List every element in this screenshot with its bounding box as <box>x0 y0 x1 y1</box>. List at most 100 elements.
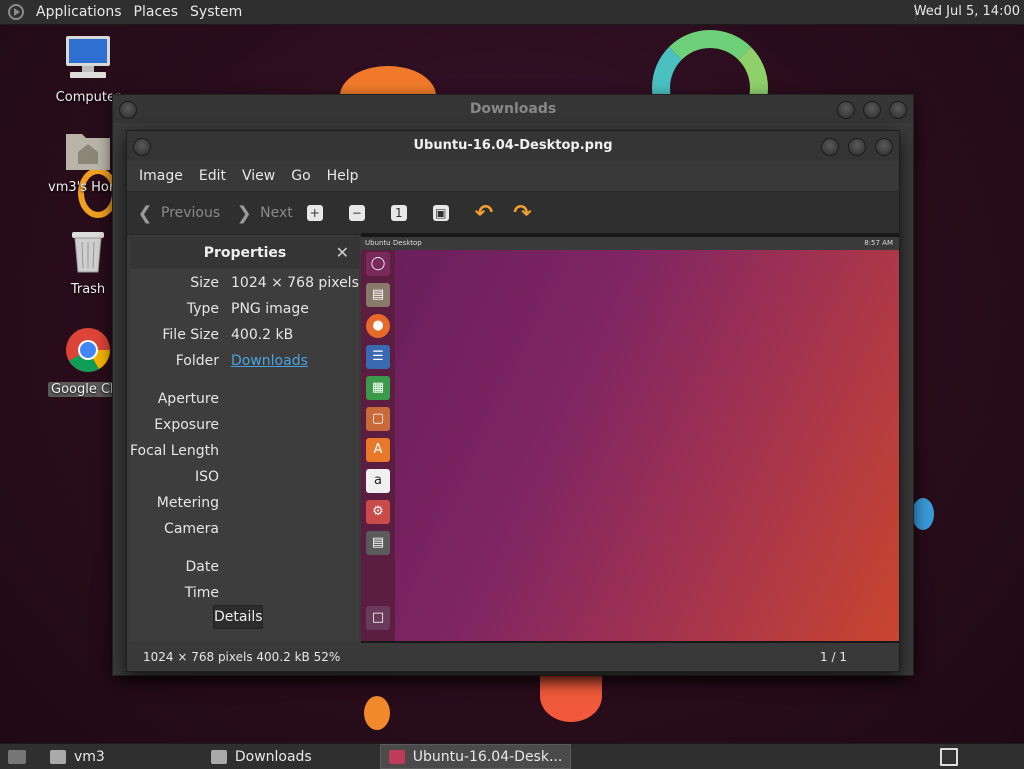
maximize-button[interactable] <box>848 138 866 156</box>
ubuntu-logo-icon: ◯ <box>366 252 390 276</box>
close-button[interactable] <box>889 101 907 119</box>
viewer-titlebar[interactable]: Ubuntu-16.04-Desktop.png <box>127 131 899 161</box>
top-panel: Applications Places System Wed Jul 5, 14… <box>0 0 1024 25</box>
property-value: 1024 × 768 pixels <box>231 275 359 291</box>
property-label: Camera <box>164 521 219 537</box>
menu-places[interactable]: Places <box>128 4 185 20</box>
software-center-icon: A <box>366 438 390 462</box>
zoom-out-icon[interactable]: − <box>348 205 365 221</box>
task-label: vm3 <box>74 748 105 765</box>
next-label: Next <box>260 205 293 221</box>
computer-icon <box>66 36 110 78</box>
close-icon[interactable]: ✕ <box>336 237 349 269</box>
menu-go[interactable]: Go <box>283 168 318 184</box>
menu-help[interactable]: Help <box>319 168 367 184</box>
properties-header: Properties ✕ <box>131 237 359 269</box>
minimize-button[interactable] <box>837 101 855 119</box>
menu-system[interactable]: System <box>184 4 248 20</box>
menu-applications[interactable]: Applications <box>30 4 128 20</box>
menu-image[interactable]: Image <box>131 168 191 184</box>
arrow-right-icon: ❯ <box>236 202 252 224</box>
task-label: Ubuntu-16.04-Desk... <box>412 748 563 765</box>
files-icon: ▤ <box>366 283 390 307</box>
previous-label: Previous <box>161 205 221 221</box>
zoom-normal-icon[interactable]: 1 <box>390 205 407 221</box>
image-top-bar-clock: 8:57 AM <box>864 239 893 247</box>
image-top-bar-title: Ubuntu Desktop <box>365 239 422 247</box>
property-label: Exposure <box>154 417 219 433</box>
show-desktop-button[interactable] <box>0 745 42 768</box>
property-row: Folder Downloads <box>131 353 359 373</box>
window-title: Downloads <box>469 101 557 117</box>
window-title: Ubuntu-16.04-Desktop.png <box>413 138 613 153</box>
wallpaper-shape <box>540 670 602 722</box>
writer-icon: ☰ <box>366 345 390 369</box>
home-folder-icon <box>66 134 110 170</box>
menu-edit[interactable]: Edit <box>191 168 234 184</box>
calc-icon: ▦ <box>366 376 390 400</box>
image-counter: 1 / 1 <box>820 650 847 664</box>
property-label: Size <box>190 275 219 291</box>
rotate-left-icon[interactable]: ↶ <box>475 201 493 226</box>
property-row: Metering <box>131 495 359 515</box>
minimize-button[interactable] <box>821 138 839 156</box>
property-row: Aperture <box>131 391 359 411</box>
property-label: Focal Length <box>129 443 219 459</box>
next-button[interactable]: ❯ Next <box>234 202 293 224</box>
clock[interactable]: Wed Jul 5, 14:00 <box>914 4 1020 19</box>
wallpaper-shape <box>364 696 390 730</box>
displayed-image: Ubuntu Desktop 8:57 AM ◯ ▤ ● ☰ ▦ ▢ A a ⚙… <box>361 237 899 641</box>
show-desktop-icon <box>8 749 26 764</box>
rotate-right-icon[interactable]: ↷ <box>513 201 531 226</box>
property-row: Time <box>131 585 359 605</box>
maximize-button[interactable] <box>863 101 881 119</box>
close-button[interactable] <box>875 138 893 156</box>
bottom-panel: vm3 Downloads Ubuntu-16.04-Desk... <box>0 743 1024 769</box>
window-menu-button[interactable] <box>133 138 151 156</box>
downloads-titlebar[interactable]: Downloads <box>113 95 913 123</box>
menu-bar: Image Edit View Go Help <box>127 161 899 191</box>
window-menu-button[interactable] <box>119 101 137 119</box>
menu-view[interactable]: View <box>234 168 283 184</box>
property-label: Metering <box>156 495 219 511</box>
property-label: Time <box>184 585 219 601</box>
property-label: Date <box>185 559 219 575</box>
property-row: File Size 400.2 kB <box>131 327 359 347</box>
zoom-fit-icon[interactable]: ▣ <box>432 205 449 221</box>
image-top-bar: Ubuntu Desktop 8:57 AM <box>361 237 899 250</box>
trash-icon <box>72 232 104 273</box>
impress-icon: ▢ <box>366 407 390 431</box>
drive-icon: ▤ <box>366 531 390 555</box>
image-viewer-window[interactable]: Ubuntu-16.04-Desktop.png Image Edit View… <box>126 130 900 672</box>
image-canvas[interactable]: Ubuntu Desktop 8:57 AM ◯ ▤ ● ☰ ▦ ▢ A a ⚙… <box>361 233 899 643</box>
home-folder-icon <box>50 749 66 764</box>
trash-icon: □ <box>366 606 390 630</box>
property-row: Camera <box>131 521 359 541</box>
toolbar: ❮ Previous ❯ Next + − 1 ▣ ↶ ↷ <box>127 191 899 235</box>
taskbar-item-downloads[interactable]: Downloads <box>203 745 320 768</box>
chrome-icon <box>66 328 110 372</box>
previous-button[interactable]: ❮ Previous <box>135 203 221 224</box>
zoom-in-icon[interactable]: + <box>306 205 323 221</box>
folder-link[interactable]: Downloads <box>231 353 308 369</box>
properties-sidebar: Properties ✕ Size 1024 × 768 pixels Type… <box>129 237 359 641</box>
folder-icon <box>210 749 227 764</box>
taskbar-item-vm3[interactable]: vm3 <box>42 745 113 768</box>
amazon-icon: a <box>366 469 390 493</box>
property-row: ISO <box>131 469 359 489</box>
property-row: Exposure <box>131 417 359 437</box>
taskbar-item-image-viewer[interactable]: Ubuntu-16.04-Desk... <box>379 744 572 769</box>
image-desktop-area <box>395 250 899 641</box>
image-icon <box>388 749 405 764</box>
workspace-switcher[interactable] <box>940 748 958 766</box>
properties-title: Properties <box>203 245 287 261</box>
status-info: 1024 × 768 pixels 400.2 kB 52% <box>143 650 341 664</box>
property-value: PNG image <box>231 301 309 317</box>
property-row: Type PNG image <box>131 301 359 321</box>
property-label: File Size <box>162 327 219 343</box>
task-label: Downloads <box>234 748 312 765</box>
property-label: Aperture <box>157 391 219 407</box>
property-label: ISO <box>194 469 219 485</box>
distro-logo-icon[interactable] <box>8 4 24 20</box>
details-button[interactable]: Details <box>213 605 263 629</box>
